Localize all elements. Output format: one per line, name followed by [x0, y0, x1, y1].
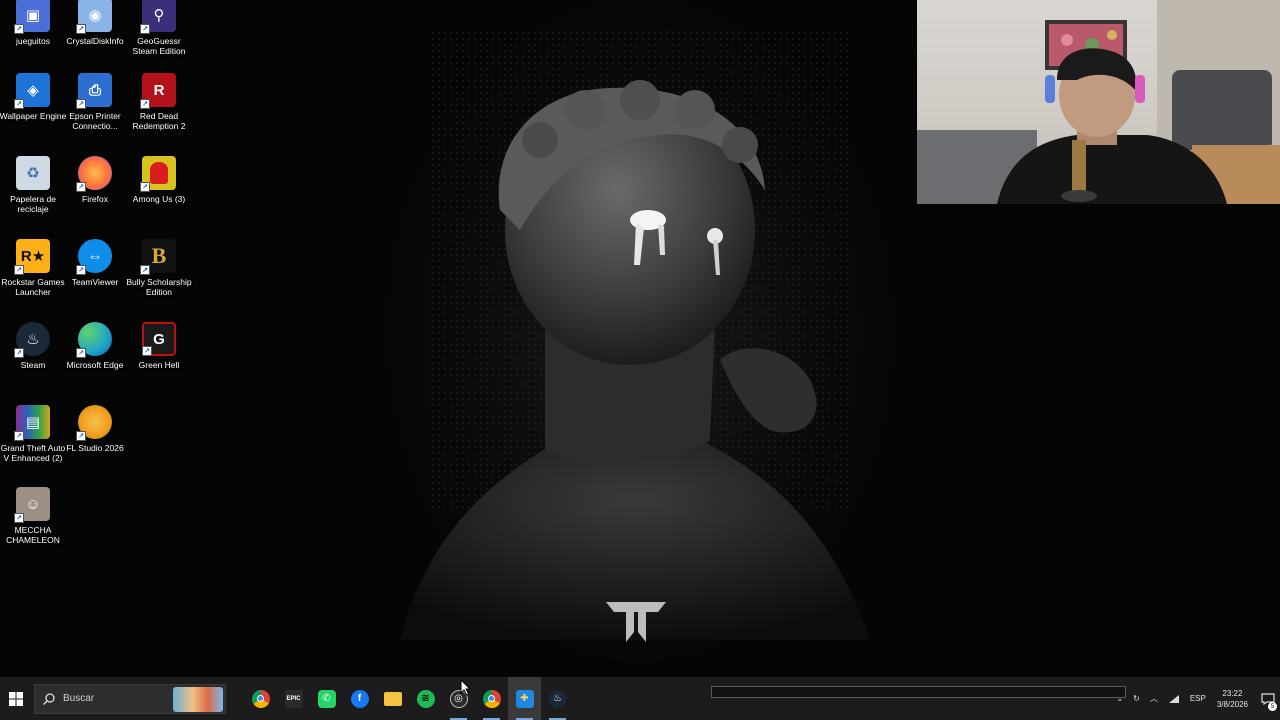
icon-label: Among Us (3) [132, 194, 186, 204]
icon-label: Bully Scholarship Edition [126, 277, 192, 297]
icon-label: Grand Theft Auto V Enhanced (2) [0, 443, 66, 463]
chrome-icon [482, 689, 501, 708]
icon-label: MECCHA CHAMELEON [6, 525, 60, 545]
fl-studio-icon: ↗ [76, 405, 112, 441]
icon-label: FL Studio 2026 [66, 443, 124, 453]
whatsapp-icon: ✆ [317, 689, 336, 708]
disk-icon: ◉ ↗ [76, 0, 112, 34]
among-us-icon: ↗ [140, 156, 176, 192]
desktop-icon-jueguitos[interactable]: ▣ ↗ jueguitos [0, 0, 66, 80]
folder-icon: ▣ ↗ [14, 0, 50, 34]
chevron-down-icon[interactable]: ⌄ [1116, 694, 1123, 703]
system-tray: ⌄ ↻ ︿ ESP 23:22 3/8/2026 5 [1111, 677, 1280, 720]
chrome-icon [251, 689, 270, 708]
rockstar-icon: R★ ↗ [14, 239, 50, 275]
icon-label: Wallpaper Engine [0, 111, 67, 121]
taskbar-app-steam[interactable]: ♨ [541, 677, 574, 720]
webcam-scene [917, 0, 1280, 204]
taskbar-app-chrome[interactable] [244, 677, 277, 720]
chevron-up-icon[interactable]: ︿ [1150, 693, 1158, 704]
firefox-icon: ↗ [76, 156, 112, 192]
map-pin-icon: ⚲ ↗ [140, 0, 176, 34]
clock[interactable]: 23:22 3/8/2026 [1217, 688, 1248, 710]
desktop-icon-firefox[interactable]: ↗ Firefox [62, 156, 128, 238]
search-box[interactable]: Buscar [34, 683, 226, 714]
icon-label: CrystalDiskInfo [66, 36, 124, 46]
desktop-icon-crystaldiskinfo[interactable]: ◉ ↗ CrystalDiskInfo [62, 0, 128, 80]
clock-date: 3/8/2026 [1216, 699, 1248, 709]
taskbar-app-whatsapp[interactable]: ✆ [310, 677, 343, 720]
refresh-icon[interactable]: ↻ [1133, 694, 1140, 703]
taskbar-app-spotify[interactable]: ≋ [409, 677, 442, 720]
steam-icon: ♨ ↗ [14, 322, 50, 358]
notification-button[interactable]: 5 [1256, 677, 1280, 720]
icon-label: Green Hell [138, 360, 180, 370]
shield-icon: ✚ [515, 689, 534, 708]
taskbar-app-epic-games[interactable]: EPIC [277, 677, 310, 720]
icon-label: Papelera de reciclaje [10, 194, 56, 214]
taskbar-app-facebook[interactable]: f [343, 677, 376, 720]
facebook-icon: f [350, 689, 369, 708]
start-button[interactable] [0, 677, 32, 720]
desktop-icon-teamviewer[interactable]: ⇔ ↗ TeamViewer [62, 239, 128, 321]
taskbar-app-file-explorer[interactable] [376, 677, 409, 720]
desktop-icon-epson[interactable]: ⎙ ↗ Epson Printer Connectio... [62, 73, 128, 155]
mouse-cursor-icon [460, 679, 472, 696]
printer-icon: ⎙ ↗ [76, 73, 112, 109]
clock-time: 23:22 [1222, 688, 1243, 698]
edge-icon: ↗ [76, 322, 112, 358]
desktop-icon-fl-studio[interactable]: ↗ FL Studio 2026 [62, 405, 128, 487]
desktop-icon-edge[interactable]: ↗ Microsoft Edge [62, 322, 128, 404]
icon-label: Red Dead Redemption 2 [132, 111, 186, 131]
network-icon[interactable] [1168, 694, 1180, 704]
search-highlight-image [173, 686, 223, 712]
desktop-icon-geoguessr[interactable]: ⚲ ↗ GeoGuessr Steam Edition [126, 0, 192, 80]
desktop-icon-steam[interactable]: ♨ ↗ Steam [0, 322, 66, 404]
desktop-icon-rdr2[interactable]: R ↗ Red Dead Redemption 2 [126, 73, 192, 155]
icon-label: Microsoft Edge [66, 360, 124, 370]
taskbar-toolbar-field[interactable] [711, 686, 1126, 698]
taskbar: Buscar EPIC ✆ f ≋ ◎ ✚ ♨ [0, 677, 1280, 720]
icon-label: GeoGuessr Steam Edition [132, 36, 186, 56]
desktop-icon-green-hell[interactable]: G ↗ Green Hell [126, 322, 192, 404]
bully-icon: B ↗ [140, 239, 176, 275]
meccha-chameleon-icon: ☺ ↗ [14, 487, 50, 523]
rdr2-icon: R ↗ [140, 73, 176, 109]
webcam-overlay [917, 0, 1280, 204]
icon-label: Steam [20, 360, 46, 370]
icon-label: Rockstar Games Launcher [1, 277, 65, 297]
language-indicator[interactable]: ESP [1190, 694, 1206, 703]
desktop-icon-among-us[interactable]: ↗ Among Us (3) [126, 156, 192, 238]
desktop-icon-meccha-chameleon[interactable]: ☺ ↗ MECCHA CHAMELEON [0, 487, 66, 569]
steam-icon: ♨ [548, 689, 567, 708]
desktop-icon-recycle-bin[interactable]: ♻ Papelera de reciclaje [0, 156, 66, 238]
taskbar-app-active[interactable]: ✚ [508, 677, 541, 720]
spotify-icon: ≋ [416, 689, 435, 708]
notification-badge: 5 [1268, 702, 1277, 711]
winrar-icon: ▤ ↗ [14, 405, 50, 441]
teamviewer-icon: ⇔ ↗ [76, 239, 112, 275]
folder-icon [383, 691, 402, 706]
taskbar-app-chrome-2[interactable] [475, 677, 508, 720]
desktop-icon-gta-v[interactable]: ▤ ↗ Grand Theft Auto V Enhanced (2) [0, 405, 66, 487]
icon-label: TeamViewer [71, 277, 119, 287]
epic-games-icon: EPIC [284, 689, 303, 708]
windows-icon [9, 691, 23, 706]
search-icon [43, 692, 55, 705]
desktop-icon-rockstar[interactable]: R★ ↗ Rockstar Games Launcher [0, 239, 66, 321]
desktop-icon-bully[interactable]: B ↗ Bully Scholarship Edition [126, 239, 192, 321]
recycle-bin-icon: ♻ [16, 156, 50, 190]
search-placeholder: Buscar [63, 693, 95, 704]
icon-label: Epson Printer Connectio... [69, 111, 121, 131]
icon-label: Firefox [82, 194, 108, 204]
wallpaper-engine-icon: ◈ ↗ [14, 73, 50, 109]
green-hell-icon: G ↗ [142, 322, 176, 356]
desktop-icon-wallpaper-engine[interactable]: ◈ ↗ Wallpaper Engine [0, 73, 66, 155]
icon-label: jueguitos [15, 36, 51, 46]
